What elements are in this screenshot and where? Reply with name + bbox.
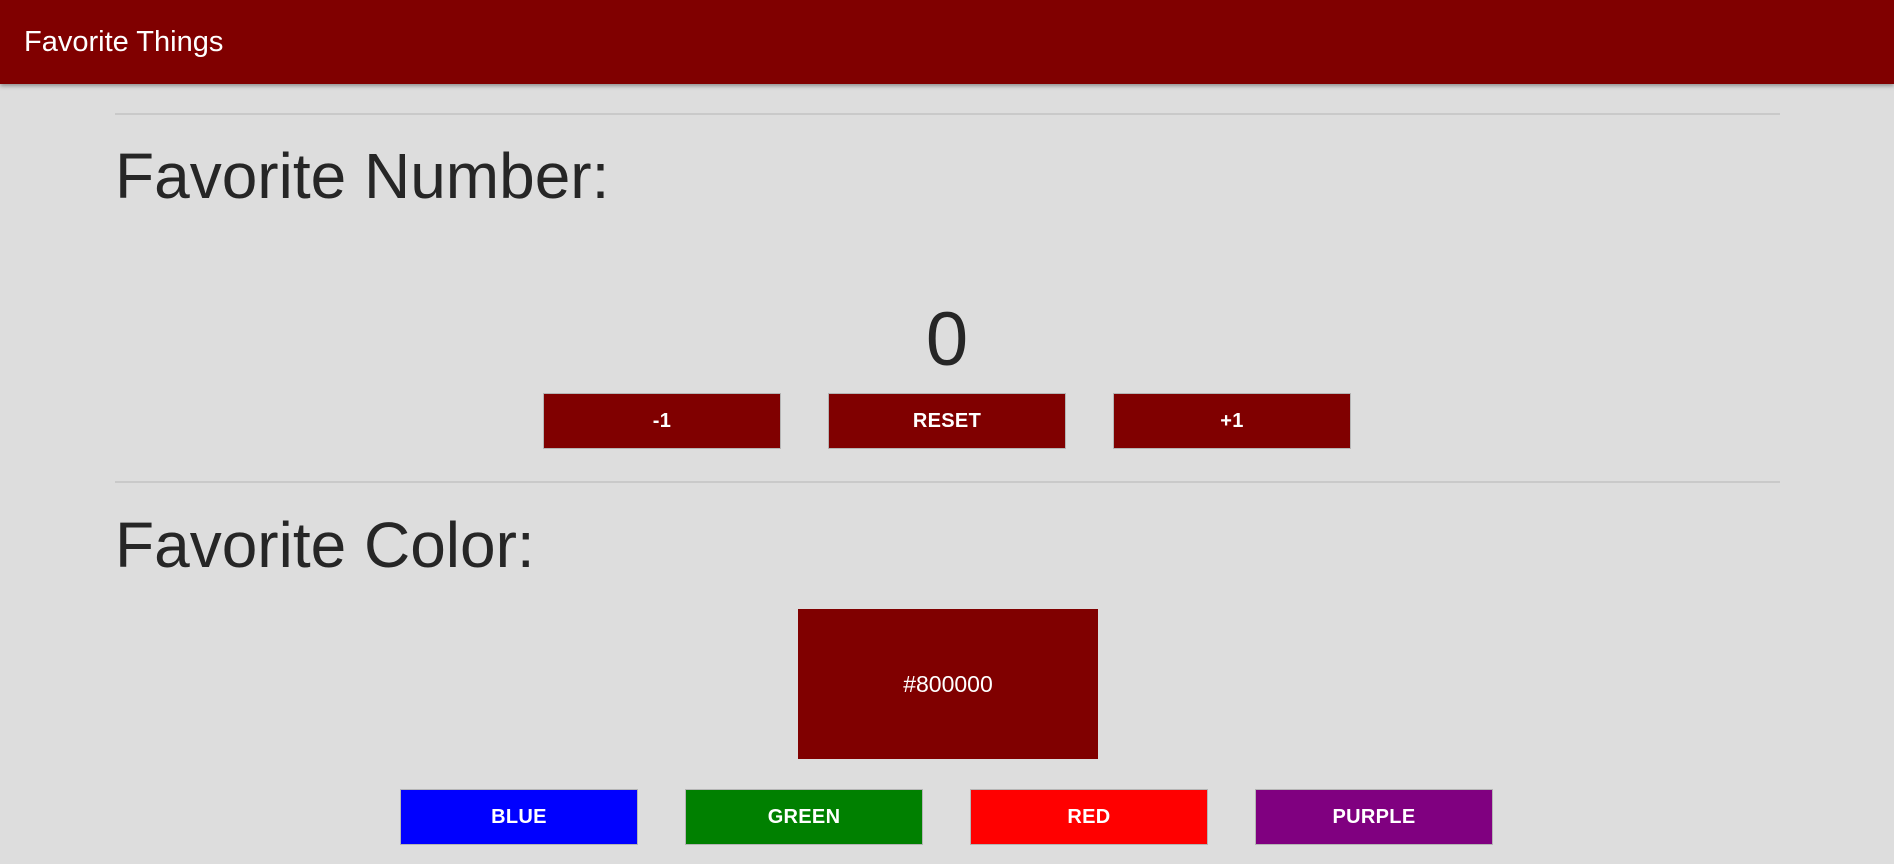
increment-button[interactable]: +1 [1113, 393, 1351, 449]
favorite-number-heading: Favorite Number: [115, 140, 610, 212]
app-title: Favorite Things [24, 25, 224, 58]
purple-color-button[interactable]: PURPLE [1255, 789, 1493, 845]
green-color-button[interactable]: GREEN [685, 789, 923, 845]
color-preview-swatch: #800000 [798, 609, 1098, 759]
red-color-button[interactable]: RED [970, 789, 1208, 845]
reset-button[interactable]: RESET [828, 393, 1066, 449]
section-divider-middle [115, 481, 1780, 483]
decrement-button[interactable]: -1 [543, 393, 781, 449]
color-hex-value: #800000 [903, 670, 993, 697]
section-divider-top [115, 113, 1780, 115]
blue-color-button[interactable]: BLUE [400, 789, 638, 845]
app-bar: Favorite Things [0, 0, 1894, 84]
favorite-number-value: 0 [925, 297, 969, 382]
favorite-color-heading: Favorite Color: [115, 509, 535, 581]
